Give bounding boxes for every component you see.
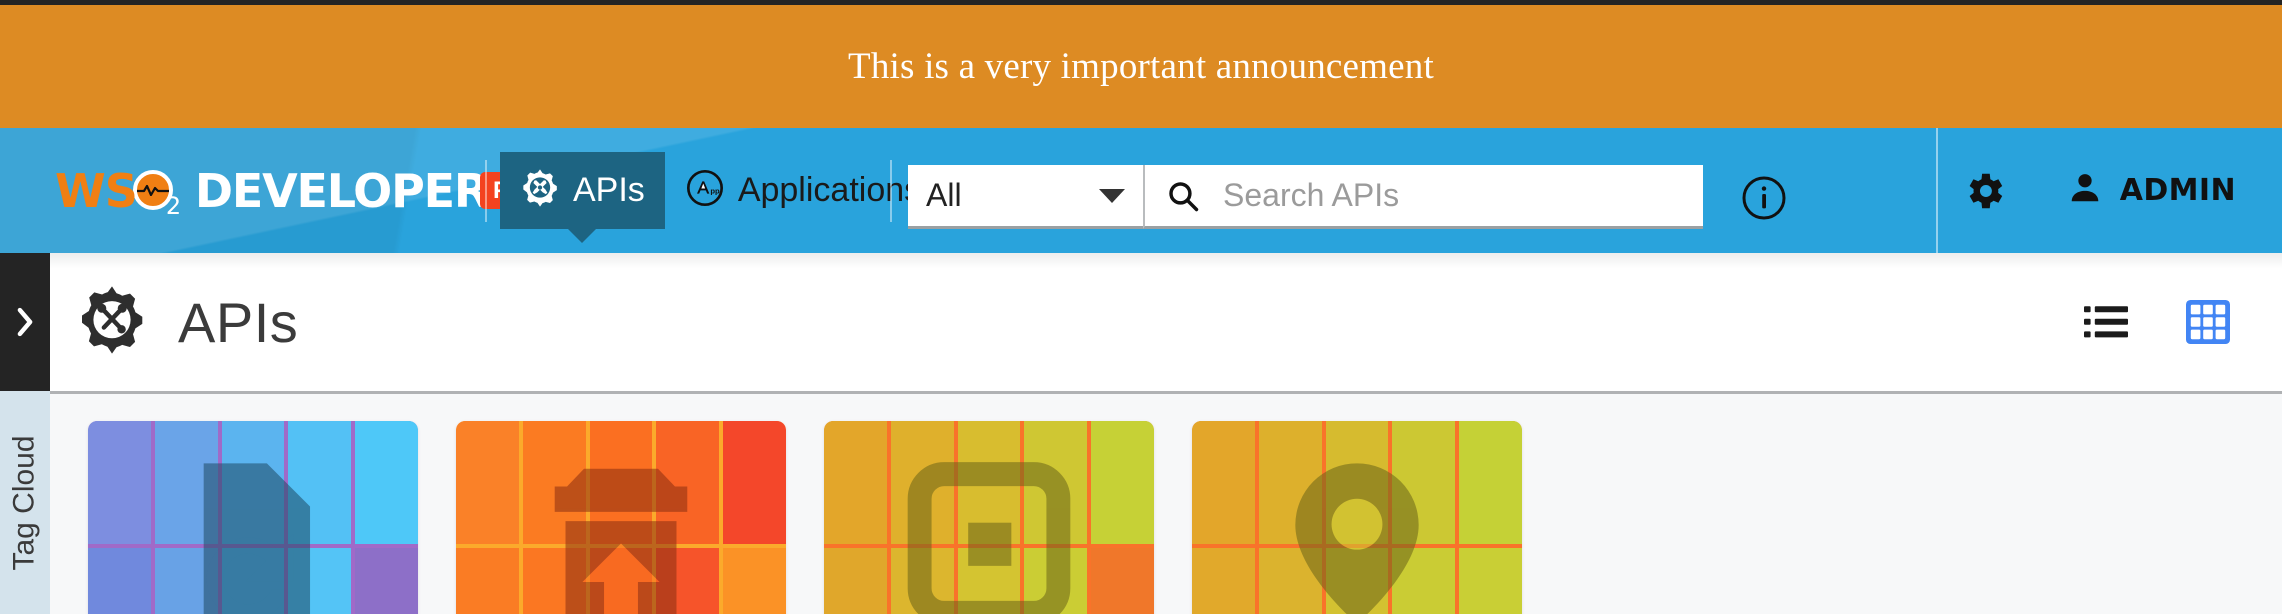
header-divider-1 [485,160,487,222]
mosaic-tile [1192,421,1255,544]
api-card-thumbnail [456,421,786,614]
api-card[interactable] [1192,421,1522,614]
api-type-filter-select[interactable]: All [908,165,1143,229]
logo-subscript: 2 [165,191,182,220]
logo-o2-mark: 2 [132,168,185,220]
location-pin-icon [1265,451,1450,614]
tab-applications-label: Applications [737,171,922,209]
tag-cloud-label: Tag Cloud [8,434,41,571]
header-divider-2 [890,160,892,222]
page-header: APIs [50,253,2282,394]
api-card[interactable] [456,421,786,614]
chevron-down-icon [1099,188,1125,203]
left-rail: Tag Cloud [0,253,50,614]
gear-tools-icon [76,284,148,361]
tab-applications[interactable]: pp Applications [665,152,941,229]
mosaic-tile [88,548,151,614]
mosaic-tile [824,421,887,544]
user-menu[interactable]: ADMIN [2066,169,2236,212]
search-input[interactable] [1221,176,1683,215]
mosaic-tile [1192,548,1255,614]
document-restore-icon [161,451,346,614]
announcement-text: This is a very important announcement [848,46,1434,87]
gear-tools-icon [520,168,560,213]
tag-cloud-panel-toggle[interactable]: Tag Cloud [0,391,50,614]
mosaic-tile [1091,548,1154,614]
logo-pulse-icon [136,184,169,196]
grid-view-icon[interactable] [2186,300,2230,344]
api-card[interactable] [88,421,418,614]
api-card-thumbnail [88,421,418,614]
header-divider-3 [1936,128,1938,253]
api-card-thumbnail [1192,421,1522,614]
mosaic-tile [723,421,786,544]
frame-square-icon [897,451,1082,614]
developer-portal-page: This is a very important announcement WS… [0,0,2282,614]
chevron-right-icon [17,307,33,337]
mosaic-tile [456,421,519,544]
user-name-label: ADMIN [2119,173,2236,208]
gear-icon[interactable] [1957,164,2011,218]
search-icon [1165,178,1201,214]
page-title-group: APIs [76,284,2084,361]
upload-inbox-icon [529,451,714,614]
list-view-icon[interactable] [2084,305,2128,339]
application-circle-icon: pp [685,168,725,213]
mosaic-tile [355,548,418,614]
announcement-banner: This is a very important announcement [0,5,2282,128]
search-box[interactable] [1143,165,1703,229]
api-card[interactable] [824,421,1154,614]
tab-apis[interactable]: APIs [500,152,665,243]
mosaic-tile [1091,421,1154,544]
logo-wso-text: WS [55,163,138,218]
header-nav: APIs pp Applications [500,128,941,253]
api-card-thumbnail [824,421,1154,614]
main-header: WS 2 DEVELOPERPORTAL [0,128,2282,253]
mosaic-tile [723,548,786,614]
page-title: APIs [178,290,299,354]
api-card-grid [50,394,2282,614]
mosaic-tile [1459,548,1522,614]
mosaic-tile [88,421,151,544]
info-circle-icon[interactable] [1740,174,1788,222]
svg-text:pp: pp [710,186,720,195]
sidebar-expand-button[interactable] [0,253,50,391]
mosaic-tile [355,421,418,544]
content-area: APIs [50,253,2282,614]
filter-selected-value: All [926,177,962,213]
mosaic-tile [456,548,519,614]
view-mode-toggles [2084,300,2230,344]
header-right-controls: ADMIN [1957,128,2282,253]
mosaic-tile [1459,421,1522,544]
mosaic-tile [824,548,887,614]
logo-developer-text: DEVELOPER [194,163,489,218]
tab-apis-label: APIs [573,171,645,209]
person-icon [2066,169,2104,212]
